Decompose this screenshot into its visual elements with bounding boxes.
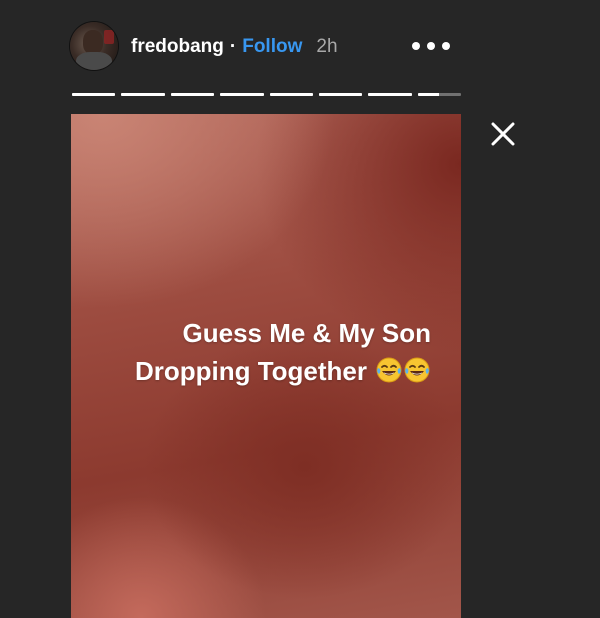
- more-dot: [442, 42, 450, 50]
- caption-line-1: Guess Me & My Son: [182, 318, 432, 348]
- story-caption: Guess Me & My Son Dropping Together: [135, 314, 431, 394]
- progress-segment-fill: [220, 93, 264, 96]
- progress-segment: [220, 93, 264, 96]
- progress-segment-fill: [368, 93, 412, 96]
- progress-segment-fill: [121, 93, 165, 96]
- progress-segment-fill: [318, 93, 363, 96]
- more-dot: [427, 42, 435, 50]
- emoji-group: [375, 356, 431, 394]
- caption-line-2-row: Dropping Together: [135, 352, 431, 394]
- story-header: fredobang · Follow 2h: [131, 34, 338, 60]
- post-time: 2h: [316, 36, 338, 57]
- progress-segment-fill: [170, 93, 215, 96]
- face-with-tears-of-joy-icon: [375, 356, 403, 394]
- profile-avatar[interactable]: [70, 22, 118, 70]
- progress-segment: [417, 93, 461, 96]
- story-content[interactable]: Guess Me & My Son Dropping Together: [71, 114, 461, 618]
- username-link[interactable]: fredobang: [131, 34, 224, 60]
- avatar-face: [83, 30, 103, 54]
- face-with-tears-of-joy-icon: [403, 356, 431, 394]
- separator-dot: ·: [229, 36, 237, 57]
- more-options-icon[interactable]: [412, 34, 450, 58]
- avatar-background-mark: [104, 30, 114, 44]
- follow-button[interactable]: Follow: [242, 34, 302, 60]
- progress-segment-fill: [417, 93, 440, 96]
- progress-segment-fill: [269, 93, 313, 96]
- progress-segment: [269, 93, 313, 96]
- progress-segment: [121, 93, 165, 96]
- progress-segment: [170, 93, 215, 96]
- more-dot: [412, 42, 420, 50]
- progress-segment: [72, 93, 116, 96]
- caption-line-2: Dropping Together: [134, 356, 367, 386]
- progress-segment: [318, 93, 363, 96]
- close-icon[interactable]: [488, 119, 518, 149]
- progress-segment-fill: [72, 93, 116, 96]
- avatar-body: [76, 52, 112, 70]
- progress-segment: [368, 93, 412, 96]
- story-viewer: fredobang · Follow 2h Guess Me & My Son …: [0, 0, 600, 618]
- story-progress-bar: [72, 93, 461, 96]
